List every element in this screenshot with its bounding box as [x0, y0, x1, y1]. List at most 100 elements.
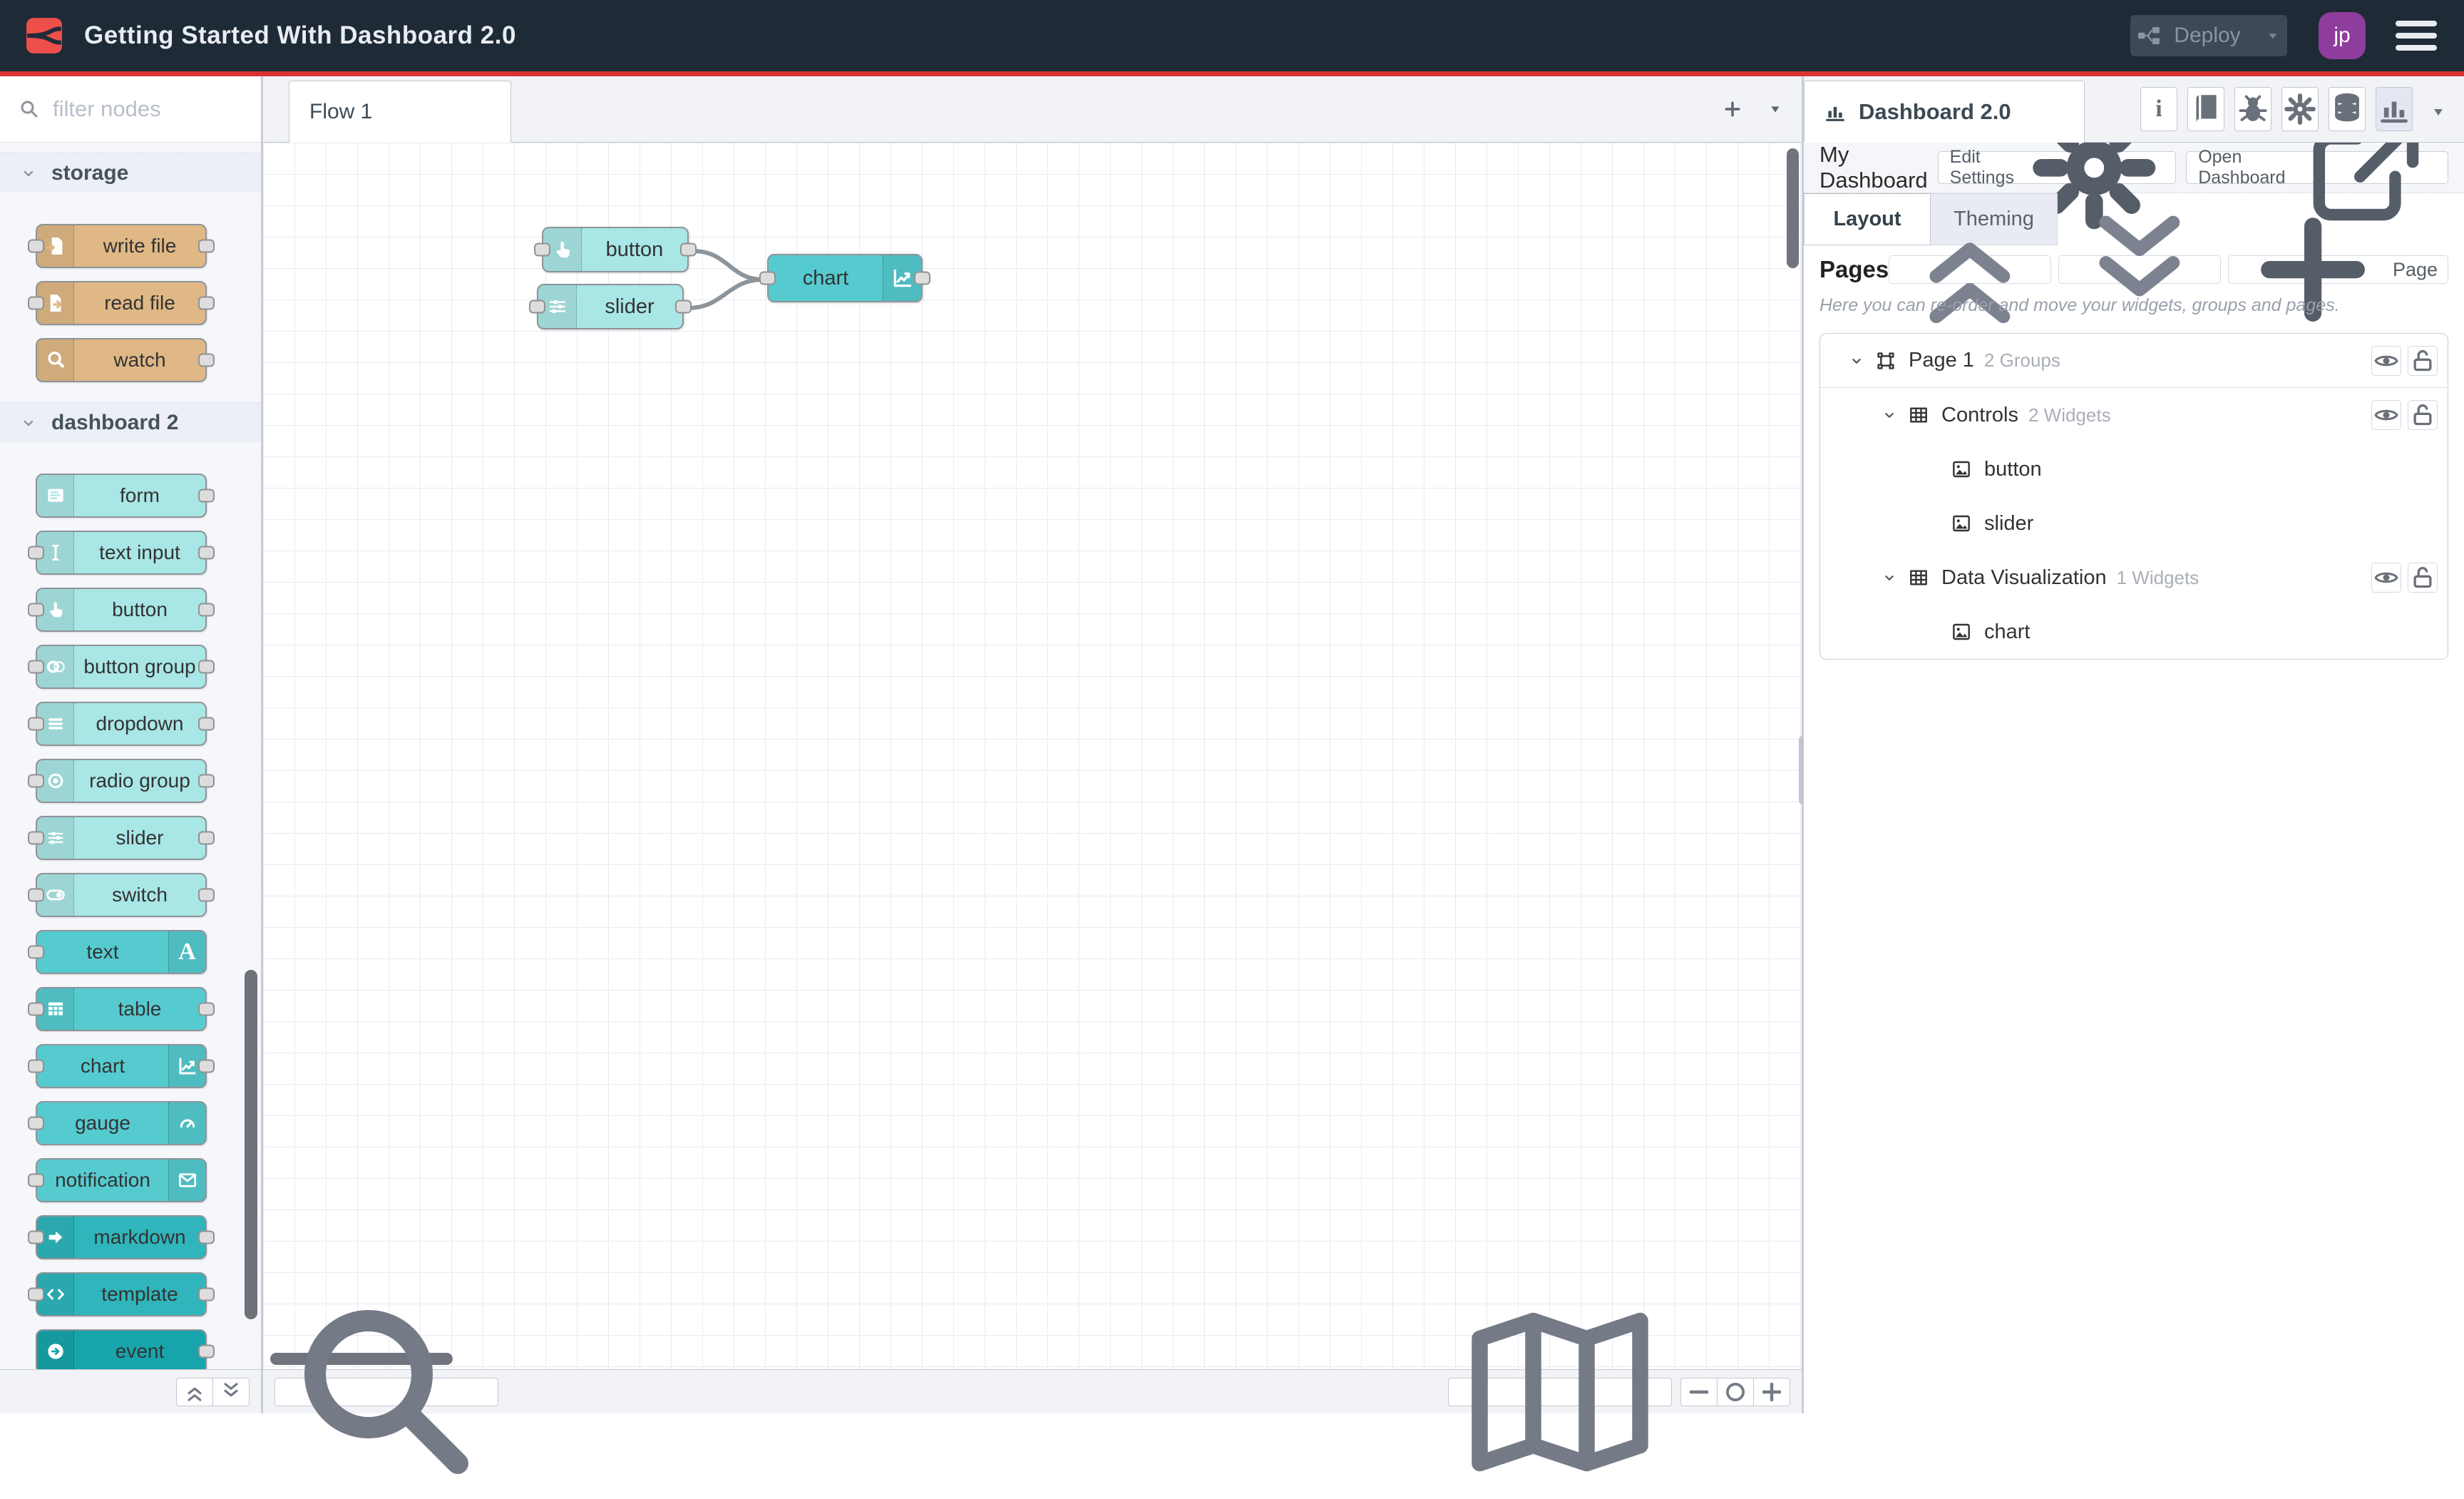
node-port-output[interactable]: [198, 1059, 215, 1073]
node-port-output[interactable]: [198, 296, 215, 310]
node-port-input[interactable]: [28, 1059, 44, 1073]
canvas-node-button[interactable]: button: [534, 227, 697, 272]
palette-node-switch[interactable]: switch: [28, 873, 215, 917]
node-port-output[interactable]: [198, 831, 215, 845]
node-port-input[interactable]: [28, 1116, 44, 1130]
collapse-all-button[interactable]: [1889, 242, 2051, 324]
palette-node-notification[interactable]: notification: [28, 1158, 207, 1202]
tree-row-button[interactable]: button: [1820, 442, 2448, 496]
node-port-output[interactable]: [680, 242, 697, 257]
canvas-search-button[interactable]: [274, 1309, 498, 1474]
palette-node-read-file[interactable]: read file: [28, 281, 215, 325]
palette-node-chart[interactable]: chart: [28, 1044, 215, 1088]
chevron-down-icon[interactable]: [1882, 407, 1897, 423]
chevrons-up-button[interactable]: [176, 1377, 213, 1406]
node-port-output[interactable]: [198, 546, 215, 560]
node-port-output[interactable]: [914, 271, 930, 285]
palette-node-template[interactable]: template: [28, 1272, 215, 1316]
node-port-output[interactable]: [198, 1230, 215, 1244]
chevrons-down-button[interactable]: [212, 1377, 250, 1406]
tree-row-chart[interactable]: chart: [1820, 605, 2448, 659]
sidebar-tool-database[interactable]: [2329, 87, 2366, 131]
visibility-toggle-button[interactable]: [2371, 400, 2401, 430]
chevron-down-icon[interactable]: [1849, 353, 1864, 369]
sidebar-tool-book[interactable]: [2187, 87, 2224, 131]
lock-toggle-button[interactable]: [2408, 400, 2438, 430]
node-port-input[interactable]: [28, 945, 44, 959]
node-port-input[interactable]: [28, 888, 44, 902]
canvas-vertical-scrollbar[interactable]: [1787, 148, 1799, 268]
palette-node-form[interactable]: form: [36, 474, 215, 518]
palette-category-header[interactable]: dashboard 2: [0, 402, 261, 442]
node-port-output[interactable]: [198, 660, 215, 674]
chevron-down-icon[interactable]: [1882, 570, 1897, 585]
palette-node-watch[interactable]: watch: [36, 338, 215, 382]
open-dashboard-button[interactable]: Open Dashboard: [2186, 118, 2448, 220]
palette-node-markdown[interactable]: markdown: [28, 1215, 215, 1259]
node-port-output[interactable]: [198, 717, 215, 731]
palette-node-button[interactable]: button: [28, 588, 215, 632]
tree-row-data-visualization[interactable]: Data Visualization 1 Widgets: [1820, 551, 2448, 605]
node-port-output[interactable]: [198, 603, 215, 617]
main-menu-icon[interactable]: [2396, 21, 2437, 51]
flow-canvas[interactable]: button slider chart: [263, 143, 1802, 1369]
tree-row-page-1[interactable]: Page 1 2 Groups: [1820, 334, 2448, 388]
deploy-caret-icon[interactable]: [2265, 28, 2281, 44]
sidebar-tool-info[interactable]: i: [2140, 87, 2177, 131]
zoom-in-button[interactable]: [1753, 1377, 1790, 1406]
palette-node-event[interactable]: event: [36, 1329, 215, 1369]
node-port-output[interactable]: [675, 300, 692, 314]
sidebar-tab-dashboard[interactable]: Dashboard 2.0: [1804, 81, 2085, 143]
node-port-input[interactable]: [28, 1287, 44, 1301]
node-port-input[interactable]: [28, 603, 44, 617]
minimap-button[interactable]: [1448, 1312, 1672, 1471]
node-port-input[interactable]: [28, 1002, 44, 1016]
node-port-output[interactable]: [198, 774, 215, 788]
node-port-input[interactable]: [759, 271, 776, 285]
node-port-input[interactable]: [529, 300, 545, 314]
flow-list-caret-icon[interactable]: [1767, 101, 1783, 117]
node-port-input[interactable]: [28, 239, 44, 253]
lock-toggle-button[interactable]: [2408, 563, 2438, 593]
visibility-toggle-button[interactable]: [2371, 563, 2401, 593]
flow-tab[interactable]: Flow 1: [289, 81, 511, 143]
edit-settings-button[interactable]: Edit Settings: [1937, 106, 2177, 230]
canvas-node-chart[interactable]: chart: [759, 254, 930, 302]
node-port-output[interactable]: [198, 1002, 215, 1016]
node-port-output[interactable]: [198, 1344, 215, 1359]
palette-node-radio-group[interactable]: radio group: [28, 759, 215, 803]
palette-scrollbar[interactable]: [245, 970, 257, 1319]
visibility-toggle-button[interactable]: [2371, 345, 2401, 376]
node-port-input[interactable]: [28, 660, 44, 674]
sidebar-tool-bar-chart[interactable]: [2376, 87, 2413, 131]
palette-node-write-file[interactable]: write file: [28, 224, 215, 268]
palette-node-text-input[interactable]: text input: [28, 531, 215, 575]
node-port-output[interactable]: [198, 353, 215, 367]
node-port-input[interactable]: [534, 242, 550, 257]
tree-row-controls[interactable]: Controls 2 Widgets: [1820, 388, 2448, 442]
node-port-input[interactable]: [28, 774, 44, 788]
sidebar-menu-caret-icon[interactable]: [2430, 103, 2447, 121]
palette-node-button-group[interactable]: button group: [28, 645, 215, 689]
palette-node-slider[interactable]: slider: [28, 816, 215, 860]
node-port-input[interactable]: [28, 1173, 44, 1187]
deploy-button[interactable]: Deploy: [2130, 15, 2287, 56]
node-port-output[interactable]: [198, 888, 215, 902]
palette-node-gauge[interactable]: gauge: [28, 1101, 207, 1145]
user-avatar[interactable]: jp: [2319, 12, 2366, 59]
node-port-input[interactable]: [28, 831, 44, 845]
node-port-input[interactable]: [28, 296, 44, 310]
node-port-output[interactable]: [198, 488, 215, 503]
sidebar-tool-gear[interactable]: [2281, 87, 2319, 131]
palette-node-text[interactable]: A text: [28, 930, 207, 974]
node-port-output[interactable]: [198, 239, 215, 253]
node-port-output[interactable]: [198, 1287, 215, 1301]
palette-node-table[interactable]: table: [28, 987, 215, 1031]
node-port-input[interactable]: [28, 546, 44, 560]
add-flow-icon[interactable]: [1722, 98, 1743, 120]
node-port-input[interactable]: [28, 717, 44, 731]
tree-row-slider[interactable]: slider: [1820, 496, 2448, 551]
zoom-out-button[interactable]: [1680, 1377, 1718, 1406]
sidebar-tool-bug[interactable]: [2234, 87, 2272, 131]
palette-category-header[interactable]: storage: [0, 153, 261, 193]
